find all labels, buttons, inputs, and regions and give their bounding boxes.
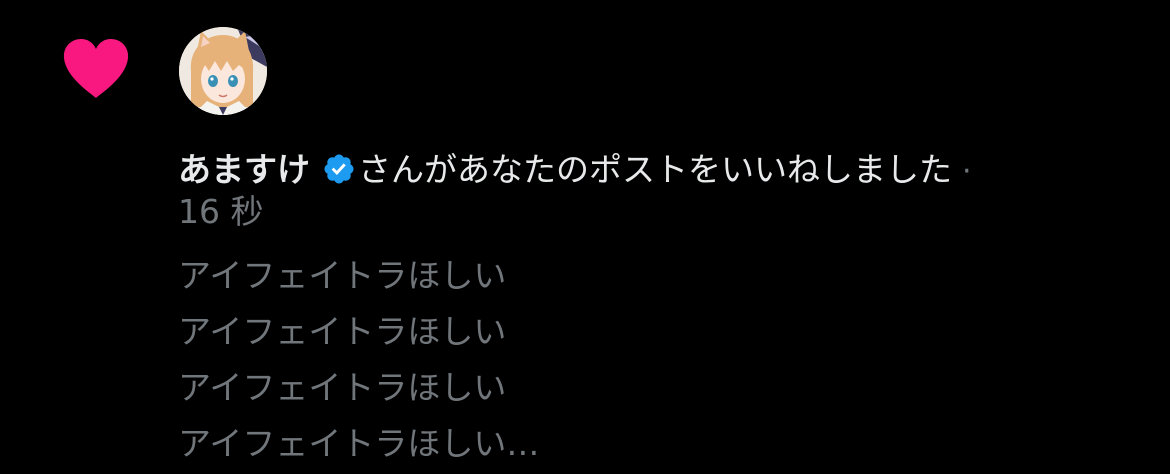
separator-dot: · (962, 154, 972, 189)
avatar[interactable] (179, 27, 267, 115)
post-line: アイフェイトラほしい (178, 368, 507, 407)
notification-content: あますけ さんがあなたのポストをいいねしました · 16 秒 アイフェイトラほしい … (178, 146, 1148, 472)
verified-badge-icon (322, 151, 356, 185)
post-preview[interactable]: アイフェイトラほしい アイフェイトラほしい アイフェイトラほしい アイフェイトラ… (178, 248, 1148, 472)
timestamp: 16 秒 (178, 192, 264, 231)
like-notification[interactable]: あますけ さんがあなたのポストをいいねしました · 16 秒 アイフェイトラほしい … (0, 0, 1170, 474)
user-name[interactable]: あますけ (178, 150, 310, 189)
post-line: アイフェイトラほしい… (178, 424, 540, 463)
heart-icon (62, 38, 130, 100)
post-line: アイフェイトラほしい (178, 256, 507, 295)
post-line: アイフェイトラほしい (178, 312, 507, 351)
action-text: さんがあなたのポストをいいねしました (358, 150, 952, 189)
notification-headline: あますけ さんがあなたのポストをいいねしました · (178, 146, 1148, 196)
